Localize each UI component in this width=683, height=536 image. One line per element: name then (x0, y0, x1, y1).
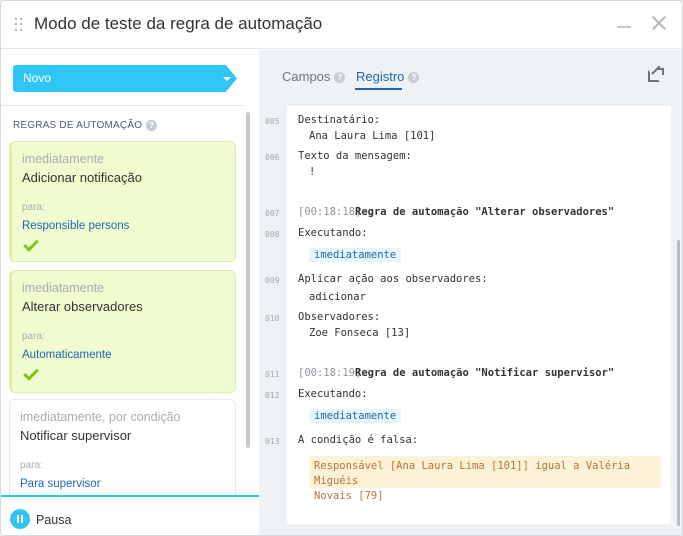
line-number: 008 (265, 230, 280, 239)
log-timestamp: [00:18:19] (298, 367, 362, 379)
line-number: 009 (265, 276, 280, 285)
titlebar: Modo de teste da regra de automação (1, 1, 682, 49)
rules-header: REGRAS DE AUTOMAÇÃO? (13, 120, 158, 132)
line-number: 010 (265, 314, 280, 323)
rule-when: imediatamente (22, 152, 104, 166)
pause-icon[interactable] (10, 509, 30, 529)
minimize-button[interactable] (617, 26, 631, 28)
rule-target-link[interactable]: Responsible persons (22, 220, 129, 232)
log-text: adicionar (309, 291, 366, 303)
log-scrollbar[interactable] (677, 240, 680, 526)
rule-card-2[interactable]: imediatamente Alterar observadores para:… (9, 270, 236, 393)
log-text: Executando: (298, 227, 368, 239)
active-tab-indicator (355, 88, 402, 90)
window-title: Modo de teste da regra de automação (34, 14, 323, 33)
log-text: Ana Laura Lima [101] (309, 130, 436, 142)
status-select[interactable]: Novo (13, 65, 237, 92)
check-icon (23, 365, 39, 381)
rule-name: Adicionar notificação (22, 170, 142, 185)
log-text: Aplicar ação aos observadores: (298, 273, 488, 285)
log-output: 005 Destinatário: Ana Laura Lima [101] 0… (265, 106, 671, 524)
status-select-label: Novo (23, 71, 52, 85)
log-rule-title-text: Regra de automação "Notificar supervisor… (355, 367, 615, 379)
tab-registro[interactable]: Registro? (356, 69, 420, 84)
tab-campos-label: Campos (282, 69, 331, 84)
log-text: Executando: (298, 388, 368, 400)
rule-card-1[interactable]: imediatamente Adicionar notificação para… (9, 141, 236, 262)
close-button[interactable] (651, 15, 667, 31)
rule-card-3[interactable]: imediatamente, por condição Notificar su… (9, 399, 236, 499)
chevron-down-icon (223, 77, 231, 81)
help-icon[interactable]: ? (408, 72, 420, 84)
condition-warning: Responsável [Ana Laura Lima [101]] igual… (309, 456, 661, 502)
pause-button[interactable]: Pausa (36, 513, 71, 527)
divider (1, 105, 244, 106)
rule-para-label: para: (22, 331, 45, 342)
log-text: A condição é falsa: (298, 434, 419, 446)
rule-when: imediatamente (22, 281, 104, 295)
rule-target-link[interactable]: Para supervisor (20, 478, 101, 490)
drag-handle-icon[interactable] (15, 18, 23, 32)
log-chip: imediatamente (309, 248, 402, 262)
condition-line-1: Responsável [Ana Laura Lima [101]] igual… (314, 460, 631, 487)
rule-para-label: para: (20, 460, 43, 471)
rule-name: Alterar observadores (22, 299, 143, 314)
help-icon[interactable]: ? (146, 120, 158, 131)
log-rule-title: Regra de automação "Notificar supervisor… (355, 367, 614, 379)
rule-para-label: para: (22, 202, 45, 213)
log-chip: imediatamente (309, 409, 402, 423)
tab-registro-label: Registro (356, 69, 405, 84)
rule-name: Notificar supervisor (20, 428, 132, 443)
line-number: 006 (265, 153, 280, 162)
line-number: 007 (265, 209, 280, 218)
log-rule-title-text: Regra de automação "Alterar observadores… (355, 206, 615, 218)
log-text: Texto da mensagem: (298, 150, 412, 162)
log-text: Destinatário: (298, 114, 381, 126)
footer: Pausa (1, 495, 259, 535)
line-number: 011 (265, 370, 280, 379)
external-link-arrow-icon (652, 68, 664, 78)
tab-campos[interactable]: Campos? (282, 69, 346, 84)
rules-scrollbar[interactable] (246, 112, 250, 448)
log-text: ! (309, 166, 316, 178)
automation-test-window: Modo de teste da regra de automação Novo… (0, 0, 683, 536)
rules-panel: Novo REGRAS DE AUTOMAÇÃO? imediatamente … (1, 50, 259, 535)
log-text: Observadores: (298, 311, 381, 323)
log-rule-title: Regra de automação "Alterar observadores… (355, 206, 614, 218)
line-number: 012 (265, 391, 280, 400)
log-timestamp: [00:18:18] (298, 206, 362, 218)
rules-header-label: REGRAS DE AUTOMAÇÃO (13, 120, 143, 132)
line-number: 005 (265, 117, 280, 126)
rule-target-link[interactable]: Automaticamente (22, 349, 112, 361)
line-number: 013 (265, 437, 280, 446)
check-icon (23, 236, 39, 252)
rule-when: imediatamente, por condição (20, 410, 181, 424)
help-icon[interactable]: ? (334, 72, 346, 84)
condition-line-2: Novais [79] (314, 490, 384, 502)
log-panel: Campos? Registro? 005 Destinatário: Ana … (259, 50, 682, 535)
log-text: Zoe Fonseca [13] (309, 327, 411, 339)
